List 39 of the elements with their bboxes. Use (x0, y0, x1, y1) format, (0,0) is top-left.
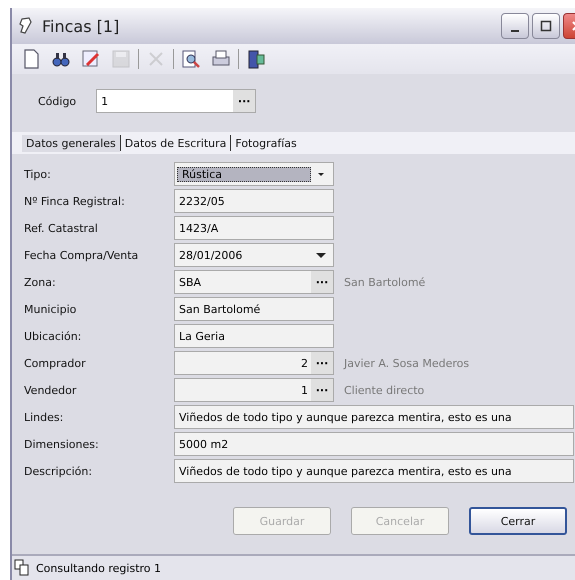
text-field[interactable]: 5000 m2 (174, 432, 574, 456)
browse-button[interactable]: ··· (311, 352, 333, 374)
text-field[interactable]: 1423/A (174, 216, 334, 240)
code-field[interactable]: 1 ··· (96, 89, 256, 113)
field-label: Comprador (24, 356, 87, 370)
field-label: Ref. Catastral (24, 222, 99, 234)
field-label: Lindes: (24, 410, 64, 424)
text-field[interactable]: 2232/05 (174, 189, 334, 213)
lookup-field[interactable]: 1 ··· (174, 378, 334, 402)
dialog-button[interactable]: Cerrar (469, 507, 567, 535)
field-label: Nº Finca Registral: (24, 194, 126, 208)
text-field[interactable]: Viñedos de todo tipo y aunque parezca mentira, esto es una (174, 405, 574, 429)
field-label: Fecha Compra/Venta (24, 248, 140, 262)
status-text: Consultando registro 1 (36, 562, 162, 574)
text-field[interactable]: La Geria (174, 324, 334, 348)
field-label: Zona: (24, 276, 57, 288)
field-label: Municipio (24, 302, 78, 316)
browse-button[interactable]: ··· (311, 271, 333, 293)
tab[interactable]: Fotografías (231, 134, 301, 152)
lookup-description: San Bartolomé (344, 276, 426, 288)
browse-button[interactable]: ··· (233, 90, 256, 112)
code-label: Código (38, 94, 76, 108)
lookup-field[interactable]: 2 ··· (174, 351, 334, 375)
text-field[interactable]: Viñedos de todo tipo y aunque parezca mentira, esto es una (174, 459, 574, 483)
dropdown-field[interactable]: Rústica (174, 162, 334, 186)
tab[interactable]: Datos generales (22, 134, 120, 152)
field-label: Ubicación: (24, 330, 82, 342)
lookup-field[interactable]: SBA ··· (174, 270, 334, 294)
field-label: Descripción: (24, 464, 94, 478)
field-label: Tipo: (24, 168, 52, 180)
lookup-description: Javier A. Sosa Mederos (344, 356, 470, 370)
lookup-description: Cliente directo (344, 384, 424, 396)
date-field[interactable]: 28/01/2006 (174, 243, 334, 267)
field-label: Dimensiones: (24, 438, 100, 450)
browse-button[interactable]: ··· (311, 379, 333, 401)
tab[interactable]: Datos de Escritura (120, 134, 230, 152)
field-label: Vendedor (24, 384, 78, 396)
text-field[interactable]: San Bartolomé (174, 297, 334, 321)
window-title: Fincas [1] (42, 16, 120, 36)
